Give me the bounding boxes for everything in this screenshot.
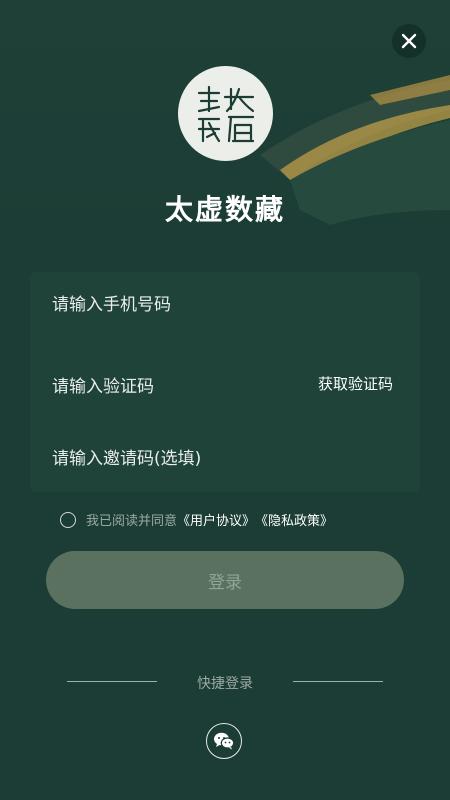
quick-login-label: 快捷登录 bbox=[197, 676, 253, 692]
wechat-login-button[interactable] bbox=[206, 723, 242, 759]
invite-code-input[interactable]: 请输入邀请码(选填) bbox=[52, 444, 201, 469]
divider-right bbox=[293, 681, 383, 682]
get-code-button[interactable]: 获取验证码 bbox=[318, 373, 393, 394]
login-button[interactable]: 登录 bbox=[46, 551, 404, 609]
agreement-row: 我已阅读并同意 《用户协议》 《隐私政策》 bbox=[60, 510, 333, 529]
user-agreement-link[interactable]: 《用户协议》 bbox=[177, 510, 255, 529]
verification-code-input[interactable]: 请输入验证码 bbox=[52, 372, 154, 397]
wechat-icon bbox=[214, 732, 235, 750]
close-icon bbox=[401, 33, 417, 49]
close-button[interactable] bbox=[392, 24, 426, 58]
agreement-checkbox[interactable] bbox=[60, 511, 76, 528]
app-title: 太虚数藏 bbox=[164, 193, 285, 226]
phone-input[interactable]: 请输入手机号码 bbox=[52, 290, 171, 315]
privacy-policy-link[interactable]: 《隐私政策》 bbox=[255, 510, 333, 529]
agreement-prefix: 我已阅读并同意 bbox=[86, 514, 178, 529]
app-logo bbox=[178, 66, 273, 161]
logo-seal-icon bbox=[197, 85, 254, 142]
